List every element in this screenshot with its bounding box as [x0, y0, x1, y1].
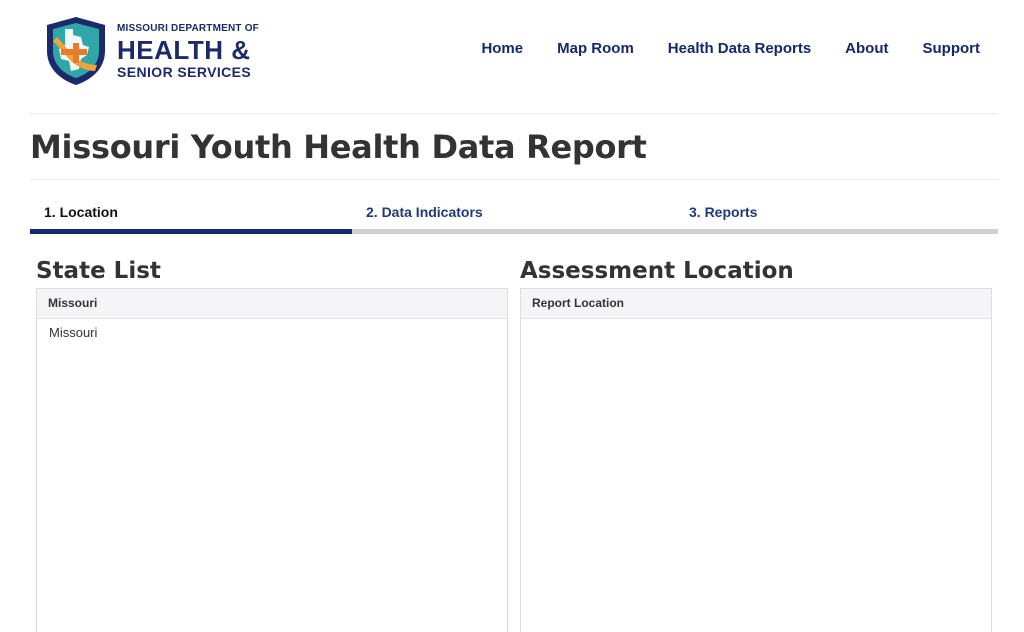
tab-location-label: 1. Location [44, 204, 118, 220]
shield-logo-icon [47, 17, 105, 85]
title-row: Missouri Youth Health Data Report [30, 114, 998, 180]
main-nav: Home Map Room Health Data Reports About … [481, 40, 980, 57]
nav-support-link[interactable]: Support [923, 40, 981, 57]
state-list-item-missouri[interactable]: Missouri [49, 323, 507, 342]
nav-health-data-reports-link[interactable]: Health Data Reports [668, 40, 811, 57]
tab-reports-label: 3. Reports [689, 204, 758, 220]
site-header: MISSOURI DEPARTMENT OF HEALTH & SENIOR S… [30, 0, 998, 114]
tab-reports[interactable]: 3. Reports [675, 194, 998, 234]
page: MISSOURI DEPARTMENT OF HEALTH & SENIOR S… [0, 0, 1024, 632]
tab-data-indicators-label: 2. Data Indicators [366, 204, 483, 220]
assessment-location-panel: Report Location [520, 288, 992, 632]
state-list-column-header: Missouri [37, 289, 507, 319]
state-list-panel: Missouri Missouri [36, 288, 508, 632]
logo-wordmark: MISSOURI DEPARTMENT OF HEALTH & SENIOR S… [117, 22, 259, 80]
page-title: Missouri Youth Health Data Report [30, 128, 647, 166]
tab-data-indicators[interactable]: 2. Data Indicators [352, 194, 675, 234]
step-tabs: 1. Location 2. Data Indicators 3. Report… [30, 194, 998, 234]
logo-line-1: MISSOURI DEPARTMENT OF [117, 22, 259, 34]
logo-line-2: HEALTH & [117, 34, 251, 65]
report-location-column-header: Report Location [521, 289, 991, 319]
nav-about-link[interactable]: About [845, 40, 888, 57]
nav-home-link[interactable]: Home [481, 40, 523, 57]
site-logo[interactable]: MISSOURI DEPARTMENT OF HEALTH & SENIOR S… [43, 14, 283, 88]
tab-location[interactable]: 1. Location [30, 194, 352, 234]
assessment-location-heading: Assessment Location [520, 258, 794, 284]
nav-map-room-link[interactable]: Map Room [557, 40, 634, 57]
state-list-heading: State List [36, 258, 161, 284]
logo-line-3: SENIOR SERVICES [117, 63, 252, 80]
assessment-location-body [521, 319, 991, 323]
state-list-body: Missouri [37, 319, 507, 342]
